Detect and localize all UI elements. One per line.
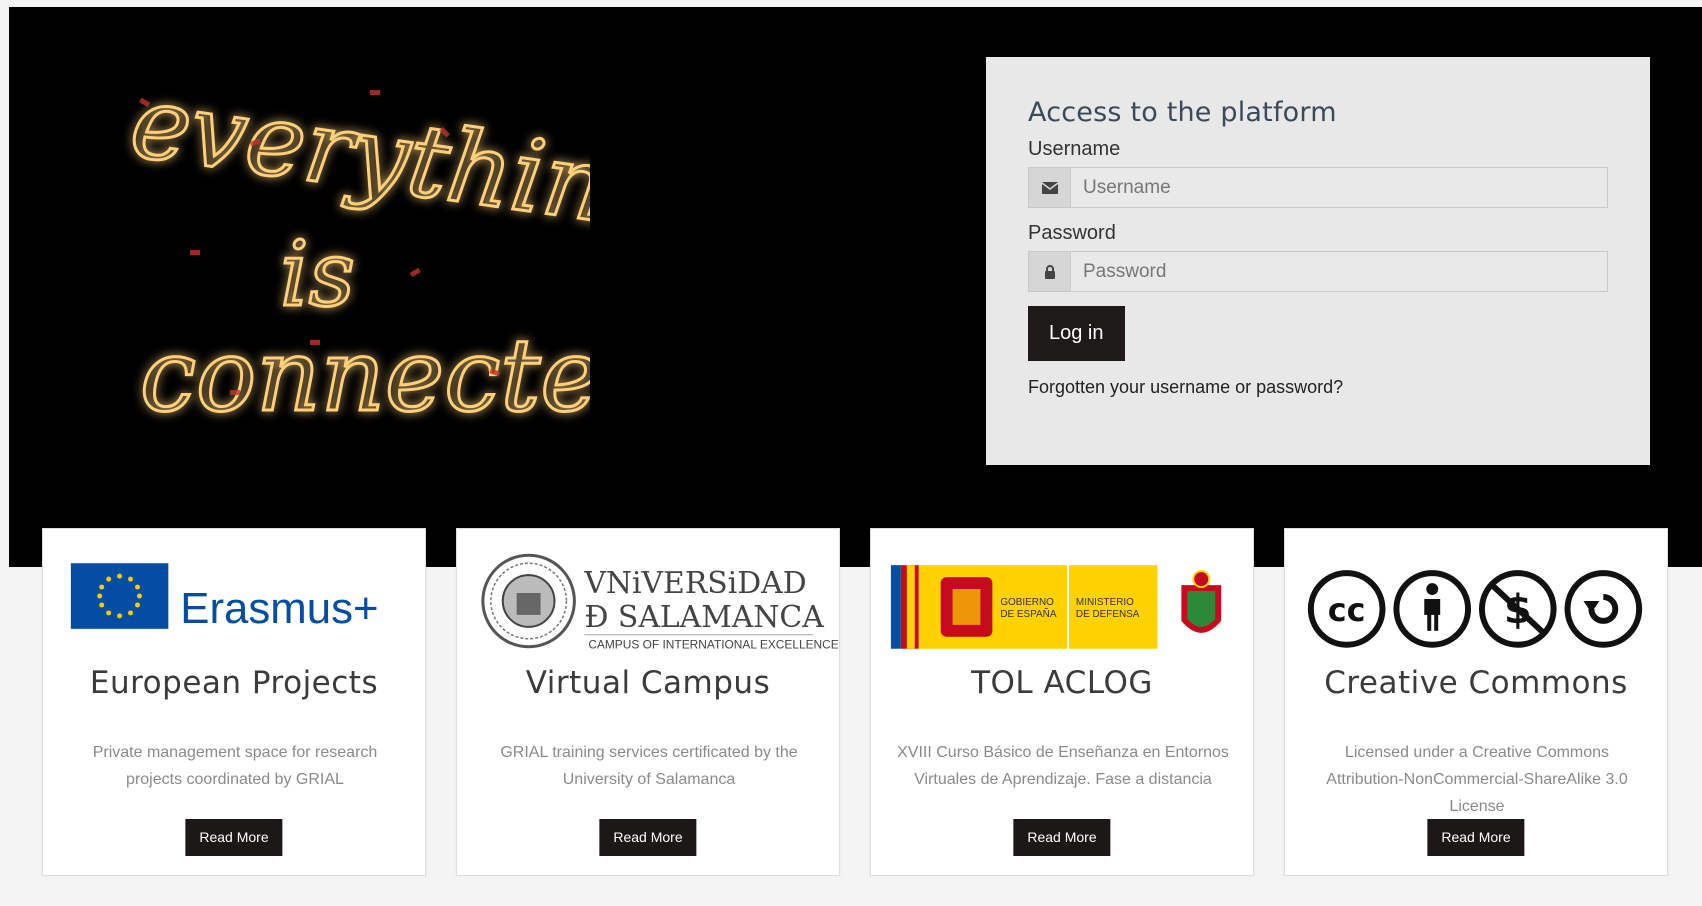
- card-creative-commons: cc $ Creative Commons Licensed under a C…: [1284, 528, 1668, 876]
- read-more-button[interactable]: Read More: [1427, 819, 1525, 856]
- cc-icon: cc: [1328, 591, 1366, 629]
- gobierno-espana-logo: GOBIERNO DE ESPAÑA MINISTERIO DE DEFENSA: [890, 565, 1222, 649]
- read-more-button[interactable]: Read More: [599, 819, 697, 856]
- noncommercial-icon: $: [1487, 580, 1548, 637]
- username-input[interactable]: [1071, 168, 1607, 207]
- card-title: Creative Commons: [1324, 665, 1628, 701]
- login-title: Access to the platform: [1028, 97, 1337, 128]
- usal-logo: VNiVERSiDAD Ð SALAMANCA CAMPUS OF INTERN…: [481, 553, 839, 649]
- sharealike-icon: [1583, 594, 1619, 624]
- lock-icon: [1029, 252, 1071, 291]
- attribution-icon: [1424, 583, 1441, 631]
- login-button[interactable]: Log in: [1028, 306, 1125, 361]
- card-european-projects: Erasmus+ European Projects Private manag…: [42, 528, 426, 876]
- card-tol-aclog: GOBIERNO DE ESPAÑA MINISTERIO DE DEFENSA…: [870, 528, 1254, 876]
- password-input-group: [1028, 251, 1608, 292]
- read-more-button[interactable]: Read More: [185, 819, 283, 856]
- gobierno-text: GOBIERNO: [1000, 597, 1054, 608]
- feature-cards: Erasmus+ European Projects Private manag…: [42, 528, 1668, 876]
- ministerio-text: MINISTERIO: [1076, 597, 1134, 608]
- neon-line-2: is: [280, 222, 355, 327]
- neon-line-1: everything: [124, 70, 590, 254]
- envelope-icon: [1029, 168, 1071, 207]
- card-title: Virtual Campus: [525, 665, 771, 701]
- usal-logo-subtext: CAMPUS OF INTERNATIONAL EXCELLENCE: [588, 638, 838, 649]
- erasmus-logo: Erasmus+: [70, 563, 379, 633]
- card-description: GRIAL training services certificated by …: [500, 744, 798, 788]
- neon-sign-image: everything is connected: [123, 70, 590, 436]
- creative-commons-logo: cc $: [1307, 570, 1643, 648]
- erasmus-logo-text: Erasmus+: [180, 584, 378, 633]
- card-title: European Projects: [89, 665, 379, 701]
- espana-text: DE ESPAÑA: [1000, 609, 1057, 620]
- card-virtual-campus: VNiVERSiDAD Ð SALAMANCA CAMPUS OF INTERN…: [456, 528, 840, 876]
- defensa-text: DE DEFENSA: [1076, 609, 1140, 620]
- card-description: Licensed under a Creative Commons Attrib…: [1326, 744, 1628, 815]
- username-label: Username: [1028, 138, 1121, 160]
- card-description: XVIII Curso Básico de Enseñanza en Entor…: [897, 744, 1229, 788]
- password-label: Password: [1028, 222, 1116, 244]
- login-panel: Access to the platform Username Password…: [986, 57, 1650, 465]
- card-description: Private management space for research pr…: [92, 744, 378, 788]
- neon-line-3: connected: [140, 317, 590, 434]
- card-title: TOL ACLOG: [971, 665, 1153, 701]
- password-input[interactable]: [1071, 252, 1607, 291]
- usal-logo-text-2: Ð SALAMANCA: [584, 600, 824, 635]
- username-input-group: [1028, 167, 1608, 208]
- usal-logo-text-1: VNiVERSiDAD: [583, 566, 806, 601]
- forgot-password-link[interactable]: Forgotten your username or password?: [1028, 377, 1608, 398]
- read-more-button[interactable]: Read More: [1013, 819, 1111, 856]
